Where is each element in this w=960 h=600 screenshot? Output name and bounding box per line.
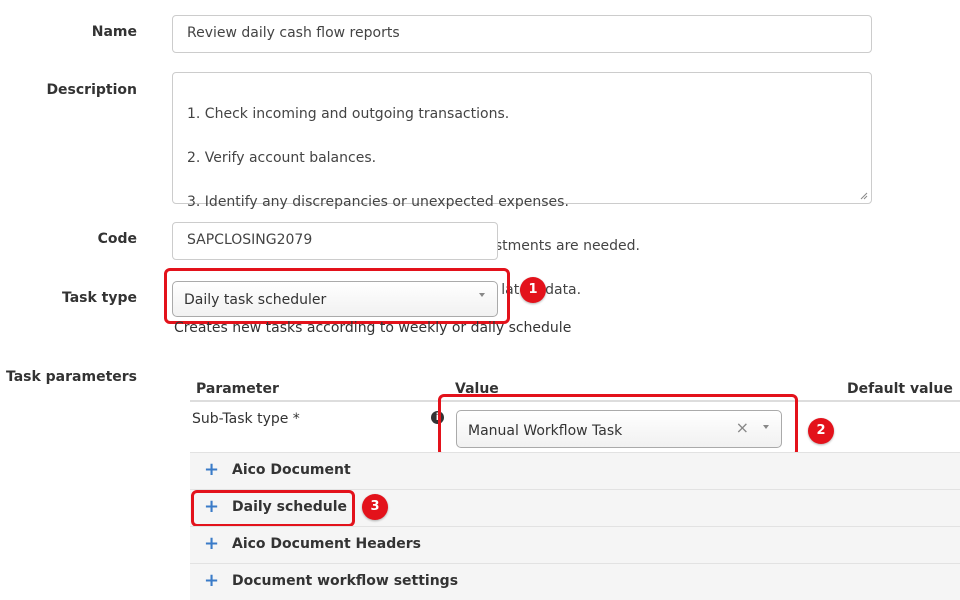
task-type-label: Task type [61,290,137,306]
column-header-parameter: Parameter [196,381,279,397]
code-label: Code [97,231,137,247]
highlight-subtask-type [438,394,798,457]
group-row-aico-document[interactable]: + Aico Document [190,452,960,489]
subtask-type-label: Sub-Task type * [192,411,300,427]
expand-plus-icon[interactable]: + [204,459,219,480]
description-line: 1. Check incoming and outgoing transacti… [187,106,510,122]
annotation-badge-3: 3 [362,494,388,520]
description-textarea[interactable]: 1. Check incoming and outgoing transacti… [172,72,872,298]
group-row-document-workflow-settings[interactable]: + Document workflow settings [190,563,960,600]
code-input[interactable]: SAPCLOSING2079 [172,222,498,260]
task-parameters-label: Task parameters [5,369,137,385]
resize-handle-icon[interactable] [860,192,868,200]
highlight-daily-schedule [191,490,355,527]
group-row-aico-document-headers[interactable]: + Aico Document Headers [190,526,960,563]
group-title: Aico Document Headers [232,536,421,552]
name-label: Name [91,24,137,40]
expand-plus-icon[interactable]: + [204,570,219,591]
name-value: Review daily cash flow reports [187,25,400,41]
description-line: 3. Identify any discrepancies or unexpec… [187,194,569,210]
annotation-badge-1: 1 [520,277,546,303]
name-input[interactable]: Review daily cash flow reports [172,15,872,53]
highlight-task-type [164,268,510,324]
description-label: Description [46,82,137,98]
code-value: SAPCLOSING2079 [187,232,313,248]
annotation-badge-2: 2 [808,418,834,444]
expand-plus-icon[interactable]: + [204,533,219,554]
group-title: Aico Document [232,462,351,478]
task-type-hint: Creates new tasks according to weekly or… [174,320,572,336]
column-header-default-value: Default value [847,381,953,397]
group-title: Document workflow settings [232,573,459,589]
description-line: 2. Verify account balances. [187,150,377,166]
